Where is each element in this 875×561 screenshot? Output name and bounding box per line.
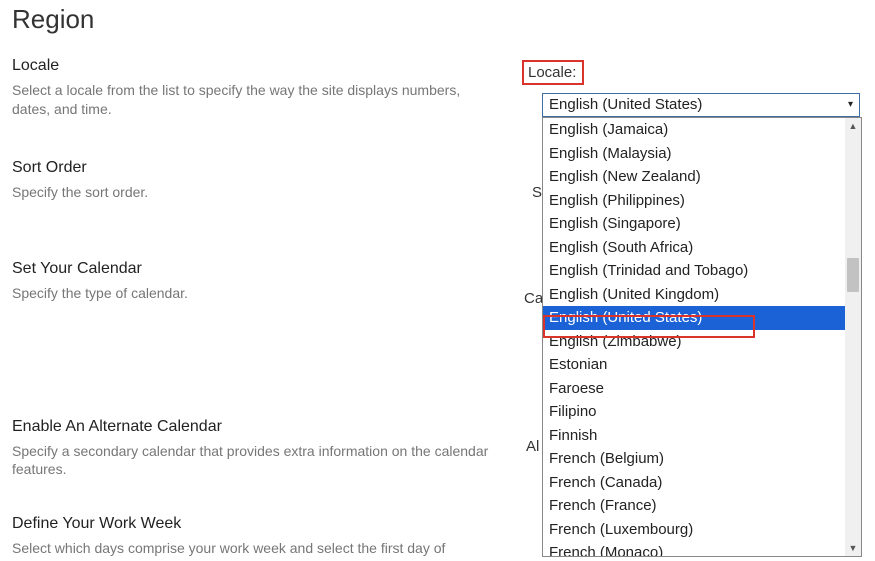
section-sort-order-desc: Specify the sort order. <box>12 183 492 202</box>
locale-option[interactable]: English (Malaysia) <box>543 142 847 166</box>
locale-option[interactable]: English (United Kingdom) <box>543 283 847 307</box>
section-sort-order: Sort Order Specify the sort order. <box>12 159 492 202</box>
section-calendar-desc: Specify the type of calendar. <box>12 284 492 303</box>
locale-option[interactable]: English (Zimbabwe) <box>543 330 847 354</box>
page-title: Region <box>0 0 875 35</box>
section-work-week-desc: Select which days comprise your work wee… <box>12 539 492 558</box>
locale-option[interactable]: French (Monaco) <box>543 541 847 556</box>
locale-option[interactable]: English (New Zealand) <box>543 165 847 189</box>
locale-option[interactable]: English (Jamaica) <box>543 118 847 142</box>
alt-calendar-field-label-bg: Al <box>526 438 539 455</box>
locale-option[interactable]: Estonian <box>543 353 847 377</box>
section-locale-title: Locale <box>12 57 492 75</box>
chevron-down-icon: ▾ <box>848 95 853 115</box>
locale-dropdown[interactable]: English (Jamaica)English (Malaysia)Engli… <box>542 117 862 557</box>
locale-option[interactable]: English (Trinidad and Tobago) <box>543 259 847 283</box>
section-alt-calendar-desc: Specify a secondary calendar that provid… <box>12 442 492 480</box>
locale-option[interactable]: French (France) <box>543 494 847 518</box>
section-locale: Locale Select a locale from the list to … <box>12 57 492 119</box>
section-work-week-title: Define Your Work Week <box>12 515 492 533</box>
section-alt-calendar-title: Enable An Alternate Calendar <box>12 418 492 436</box>
section-calendar-title: Set Your Calendar <box>12 260 492 278</box>
calendar-field-label-bg: Ca <box>524 290 543 307</box>
settings-controls-column: Locale: English (United States) ▾ Englis… <box>522 60 862 117</box>
locale-option[interactable]: French (Luxembourg) <box>543 518 847 542</box>
section-locale-desc: Select a locale from the list to specify… <box>12 81 492 119</box>
section-sort-order-title: Sort Order <box>12 159 492 177</box>
locale-dropdown-list: English (Jamaica)English (Malaysia)Engli… <box>543 118 847 556</box>
locale-label-highlight: Locale: <box>522 60 584 85</box>
locale-option[interactable]: English (Singapore) <box>543 212 847 236</box>
locale-option[interactable]: French (Canada) <box>543 471 847 495</box>
locale-option[interactable]: Filipino <box>543 400 847 424</box>
locale-option[interactable]: Faroese <box>543 377 847 401</box>
locale-option[interactable]: Finnish <box>543 424 847 448</box>
locale-option[interactable]: English (South Africa) <box>543 236 847 260</box>
section-calendar: Set Your Calendar Specify the type of ca… <box>12 260 492 303</box>
scroll-thumb[interactable] <box>847 258 859 292</box>
section-work-week: Define Your Work Week Select which days … <box>12 515 492 558</box>
section-alt-calendar: Enable An Alternate Calendar Specify a s… <box>12 418 492 480</box>
locale-option[interactable]: French (Belgium) <box>543 447 847 471</box>
locale-select-wrap: English (United States) ▾ English (Jamai… <box>542 93 862 117</box>
dropdown-scrollbar[interactable]: ▲ ▼ <box>845 118 861 556</box>
locale-select[interactable]: English (United States) ▾ <box>542 93 860 117</box>
locale-option[interactable]: English (Philippines) <box>543 189 847 213</box>
scroll-up-arrow-icon[interactable]: ▲ <box>845 118 861 134</box>
locale-field-label: Locale: <box>524 62 582 83</box>
scroll-down-arrow-icon[interactable]: ▼ <box>845 540 861 556</box>
locale-option[interactable]: English (United States) <box>543 306 847 330</box>
settings-descriptions-column: Locale Select a locale from the list to … <box>12 35 512 558</box>
locale-select-value: English (United States) <box>549 96 702 113</box>
